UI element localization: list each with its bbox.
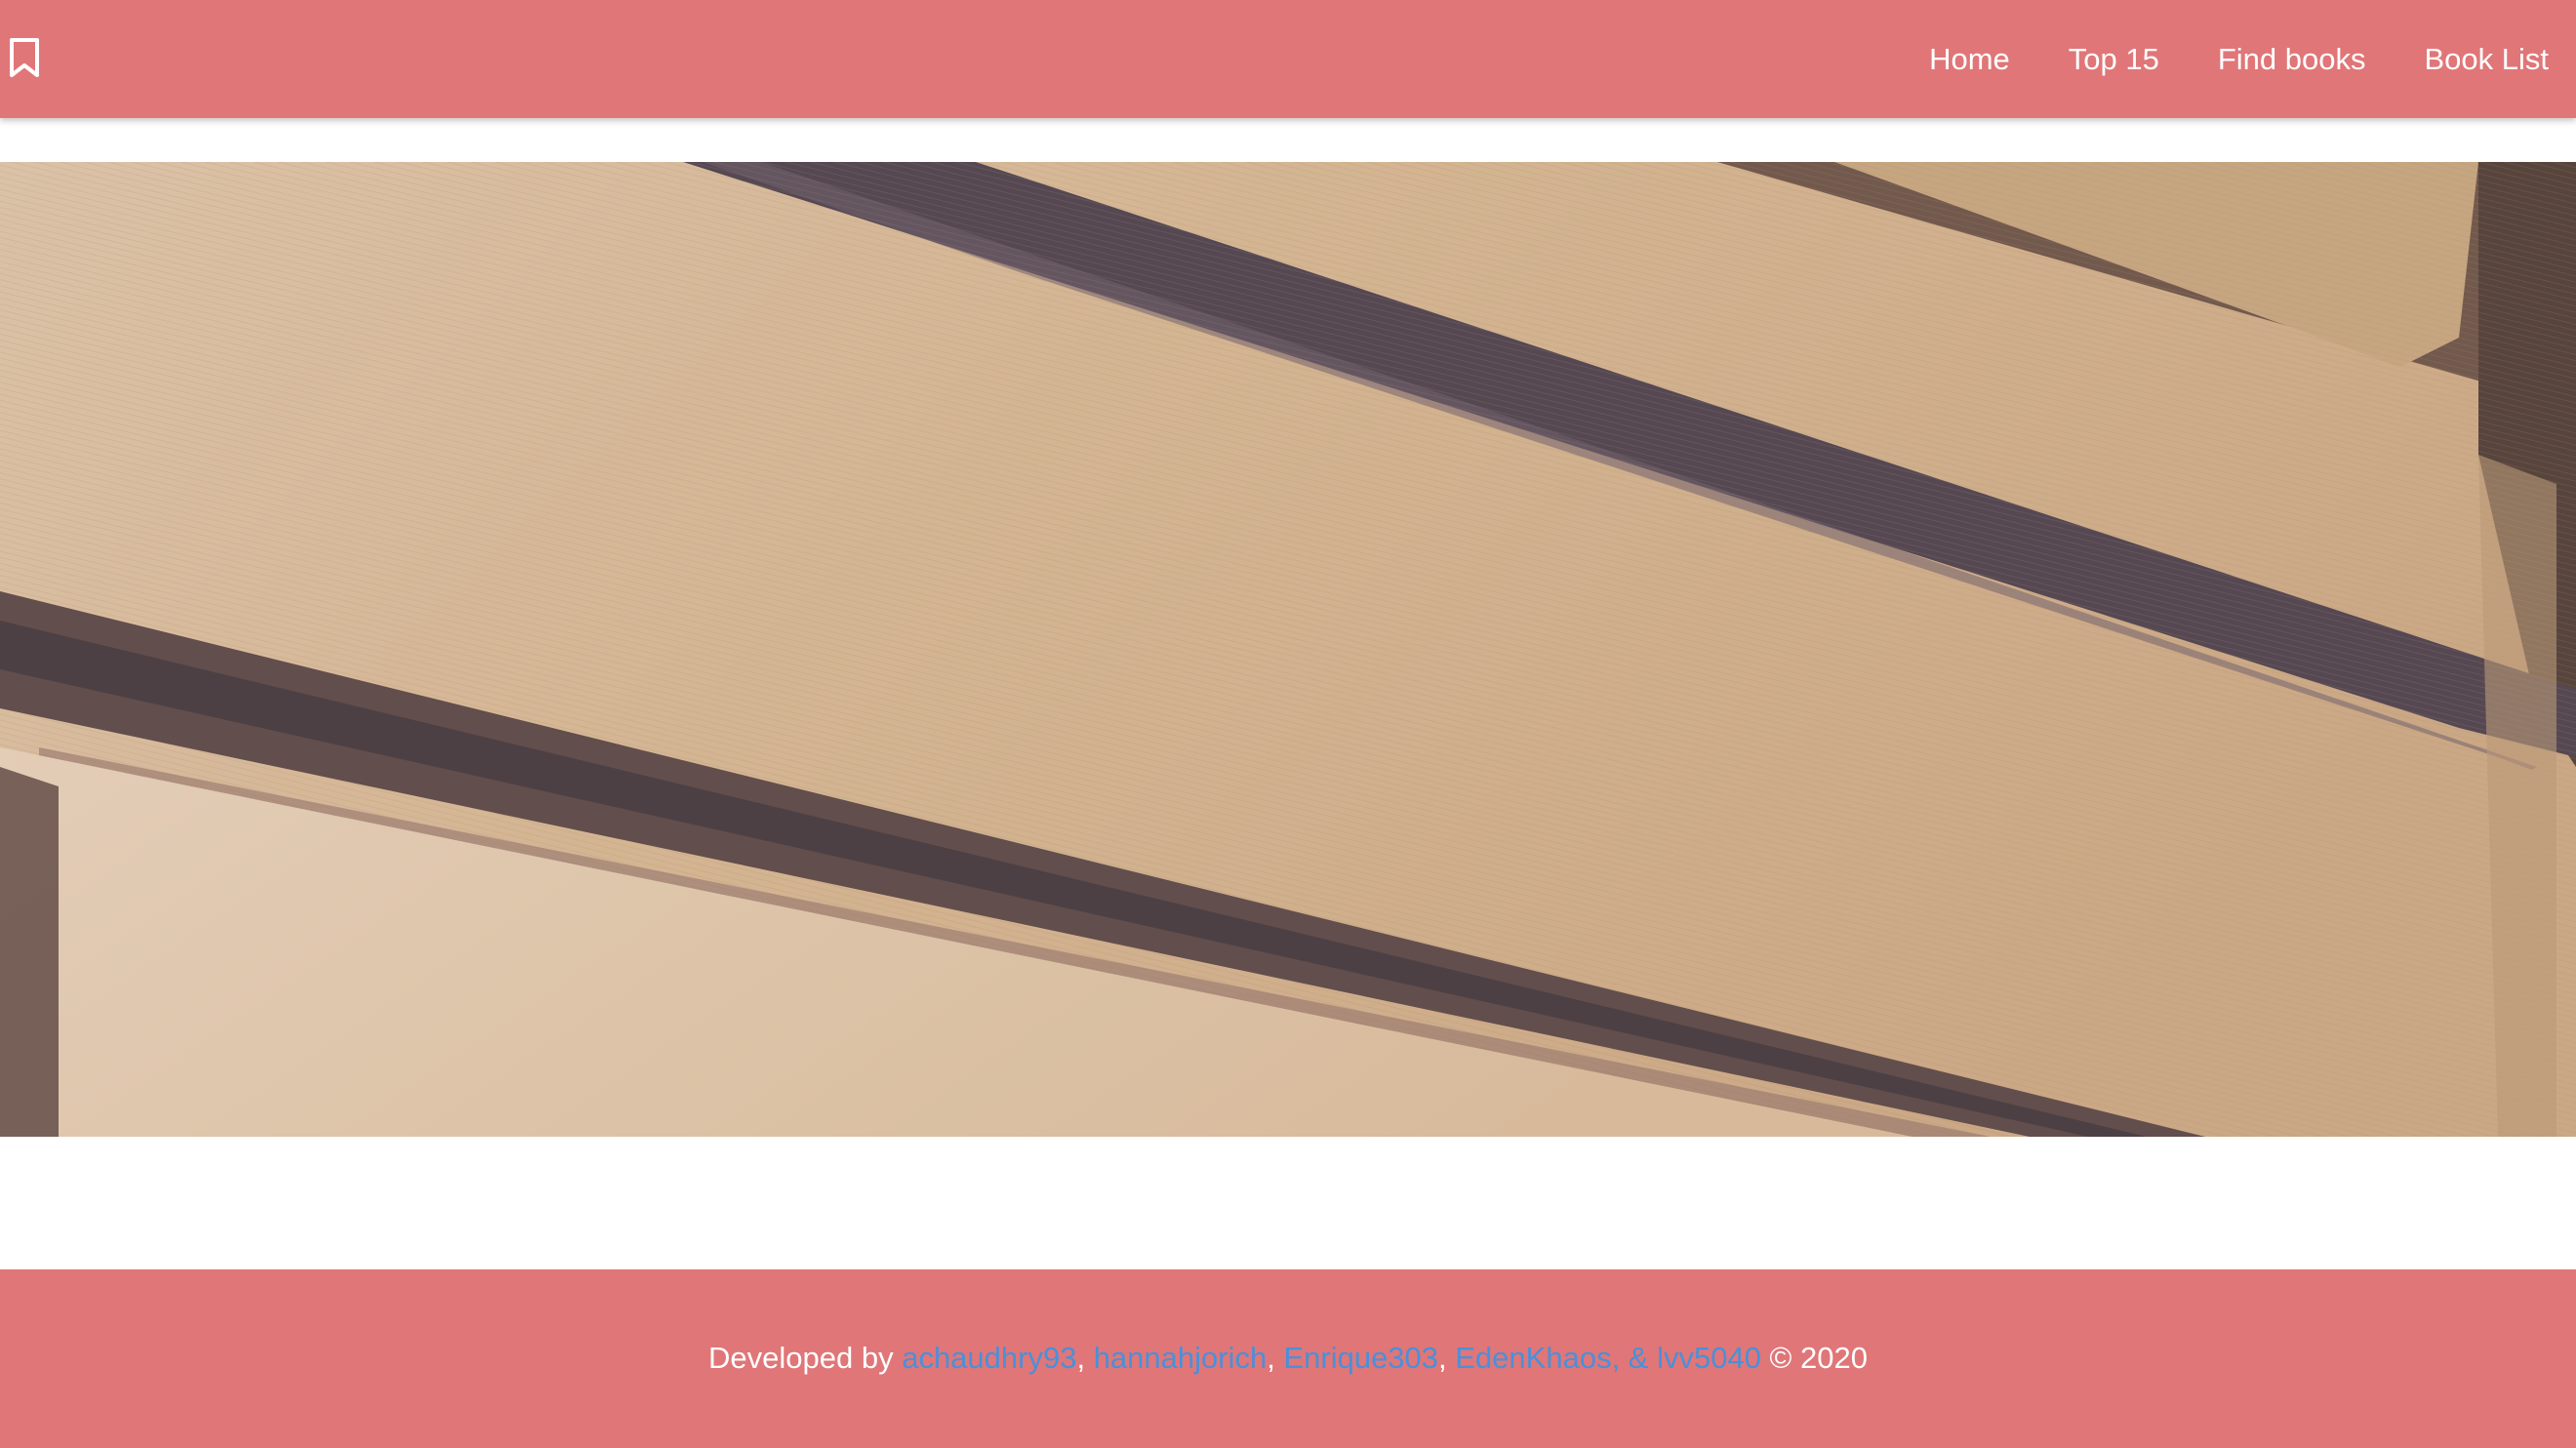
footer: Developed by achaudhry93, hannahjorich, … bbox=[0, 1269, 2576, 1448]
footer-credits: Developed by achaudhry93, hannahjorich, … bbox=[708, 1341, 1868, 1376]
author-link-enrique303[interactable]: Enrique303 bbox=[1283, 1341, 1438, 1375]
hero-image bbox=[0, 162, 2576, 1137]
author-link-hannahjorich[interactable]: hannahjorich bbox=[1094, 1341, 1268, 1375]
copyright-text: © 2020 bbox=[1760, 1340, 1868, 1375]
author-link-achaudhry93[interactable]: achaudhry93 bbox=[902, 1341, 1076, 1375]
separator: , bbox=[1438, 1340, 1456, 1375]
nav-link-find-books[interactable]: Find books bbox=[2218, 42, 2366, 77]
nav-links: Home Top 15 Find books Book List bbox=[1871, 0, 2549, 118]
author-link-edenkhaos-lvv5040[interactable]: EdenKhaos, & lvv5040 bbox=[1455, 1341, 1761, 1375]
separator: , bbox=[1076, 1340, 1094, 1375]
footer-prefix: Developed by bbox=[708, 1340, 903, 1375]
nav-link-top-15[interactable]: Top 15 bbox=[2069, 42, 2159, 77]
nav-link-home[interactable]: Home bbox=[1929, 42, 2010, 77]
bookmark-icon bbox=[8, 37, 41, 78]
top-navbar: Home Top 15 Find books Book List bbox=[0, 0, 2576, 118]
nav-link-book-list[interactable]: Book List bbox=[2424, 42, 2549, 77]
brand-link[interactable] bbox=[8, 37, 41, 78]
separator: , bbox=[1267, 1340, 1284, 1375]
